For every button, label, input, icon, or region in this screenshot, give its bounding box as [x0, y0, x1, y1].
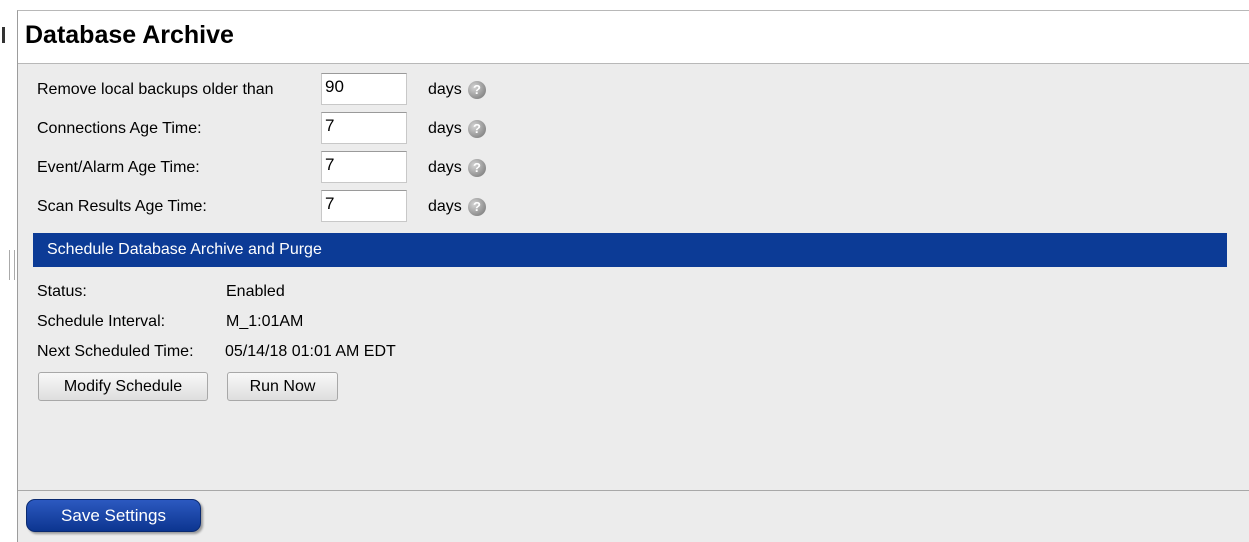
- footer-bar: Save Settings: [18, 491, 1249, 542]
- status-row: Status: Enabled: [37, 283, 285, 301]
- modify-schedule-button[interactable]: Modify Schedule: [38, 372, 208, 401]
- help-question-icon[interactable]: ?: [468, 120, 486, 138]
- unit-label: days: [428, 159, 462, 176]
- run-now-button[interactable]: Run Now: [227, 372, 338, 401]
- connections-age-input[interactable]: [321, 112, 407, 144]
- schedule-section-header: Schedule Database Archive and Purge: [33, 233, 1227, 267]
- help-question-icon[interactable]: ?: [468, 159, 486, 177]
- local-backups-days-input[interactable]: [321, 73, 407, 105]
- setting-label: Scan Results Age Time:: [37, 198, 207, 215]
- settings-body: Remove local backups older than days ? C…: [18, 64, 1249, 491]
- schedule-interval-row: Schedule Interval: M_1:01AM: [37, 313, 303, 331]
- window-edge-marker: [2, 27, 5, 43]
- unit-label: days: [428, 198, 462, 215]
- setting-label: Remove local backups older than: [37, 81, 274, 98]
- unit-label: days: [428, 81, 462, 98]
- unit-label: days: [428, 120, 462, 137]
- schedule-interval-value: M_1:01AM: [226, 313, 304, 330]
- help-question-icon[interactable]: ?: [468, 81, 486, 99]
- status-value: Enabled: [226, 283, 285, 300]
- next-scheduled-value: 05/14/18 01:01 AM EDT: [225, 343, 396, 360]
- save-settings-button[interactable]: Save Settings: [26, 499, 201, 532]
- scan-results-age-input[interactable]: [321, 190, 407, 222]
- database-archive-panel: Database Archive Remove local backups ol…: [17, 10, 1249, 542]
- event-alarm-age-input[interactable]: [321, 151, 407, 183]
- status-label: Status:: [37, 283, 87, 300]
- next-scheduled-label: Next Scheduled Time:: [37, 343, 194, 360]
- page-title: Database Archive: [18, 11, 1249, 64]
- schedule-interval-label: Schedule Interval:: [37, 313, 166, 330]
- setting-label: Event/Alarm Age Time:: [37, 159, 200, 176]
- next-scheduled-row: Next Scheduled Time: 05/14/18 01:01 AM E…: [37, 343, 396, 361]
- pane-splitter-handle[interactable]: [9, 250, 15, 280]
- help-question-icon[interactable]: ?: [468, 198, 486, 216]
- setting-label: Connections Age Time:: [37, 120, 202, 137]
